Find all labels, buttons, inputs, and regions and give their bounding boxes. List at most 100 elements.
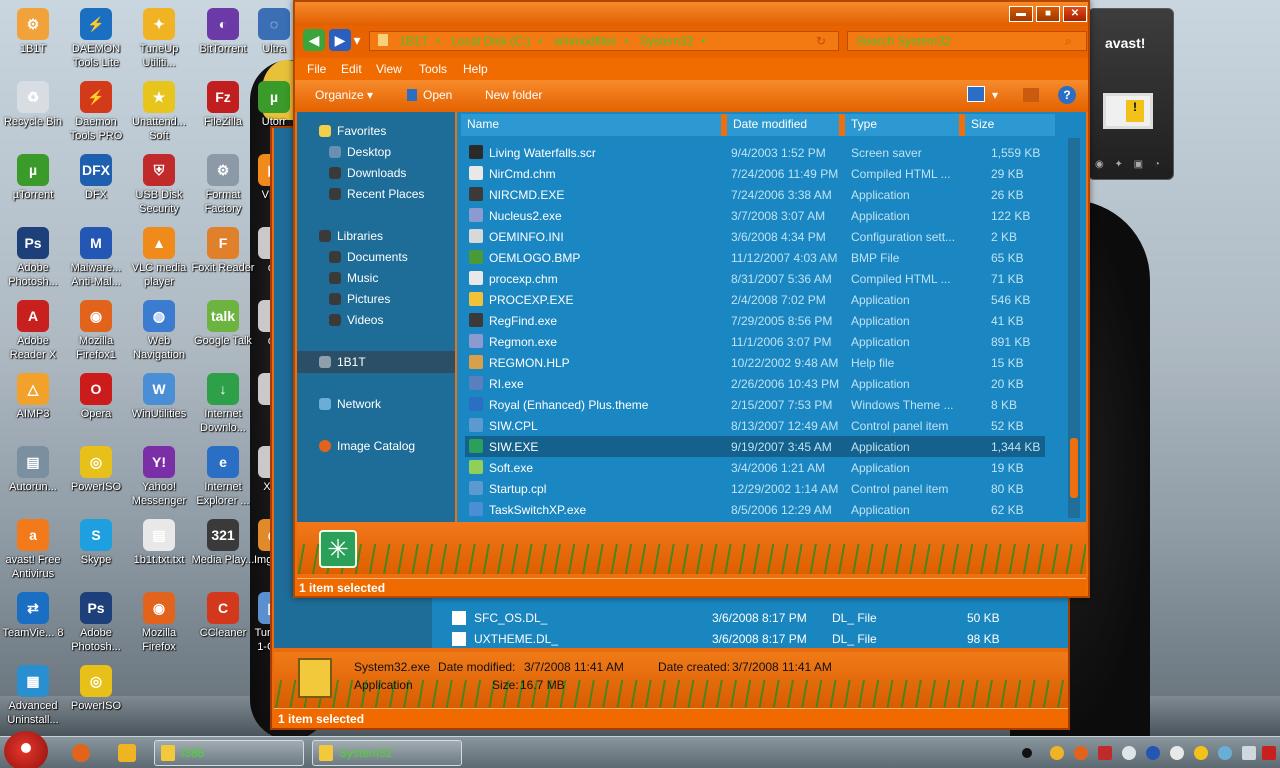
column-header-date[interactable]: Date modified — [727, 114, 845, 136]
refresh-icon[interactable]: ↻ — [816, 34, 826, 48]
desktop-icon[interactable]: Y! Yahoo! Messenger — [126, 446, 192, 508]
table-row[interactable]: OEMINFO.INI 3/6/2008 4:34 PM Configuration… — [465, 226, 1045, 247]
taskbar-item-system32[interactable]: System32 — [312, 740, 462, 766]
desktop-icon[interactable]: A Adobe Reader X — [0, 300, 66, 362]
table-row[interactable]: Living Waterfalls.scr 9/4/2003 1:52 PM Scr… — [465, 142, 1045, 163]
desktop-icon[interactable]: ⚙ Format Factory — [190, 154, 256, 216]
tuneup-icon[interactable] — [118, 744, 136, 762]
table-row[interactable]: Regmon.exe 11/1/2006 3:07 PM Application 89… — [465, 331, 1045, 352]
tray-firefox-icon[interactable] — [1074, 746, 1088, 760]
tray-dot-icon[interactable] — [1022, 748, 1032, 758]
desktop-icon[interactable]: talk Google Talk — [190, 300, 256, 348]
desktop-icon[interactable]: a avast! Free Antivirus — [0, 519, 66, 581]
menu-tools[interactable]: Tools — [419, 62, 447, 76]
desktop-icon[interactable]: F Foxit Reader — [190, 227, 256, 275]
tray-smiley-icon[interactable] — [1170, 746, 1184, 760]
desktop-icon[interactable]: ⇄ TeamVie... 8 — [0, 592, 66, 640]
desktop-icon[interactable]: ◉ Mozilla Firefox — [126, 592, 192, 654]
table-row[interactable]: SIW.CPL 8/13/2007 12:49 AM Control panel i… — [465, 415, 1045, 436]
desktop-icon[interactable]: ▲ VLC media player — [126, 227, 192, 289]
column-header-name[interactable]: Name — [461, 114, 727, 136]
tray-close-icon[interactable] — [1262, 746, 1276, 760]
table-row[interactable]: Startup.cpl 12/29/2002 1:14 AM Control pan… — [465, 478, 1045, 499]
taskbar-item-i386[interactable]: I386 — [154, 740, 304, 766]
nav-libraries[interactable]: Libraries — [319, 229, 383, 243]
desktop-icon[interactable]: e Internet Explorer ... — [190, 446, 256, 508]
desktop-icon[interactable]: ♻ Recycle Bin — [0, 81, 66, 129]
desktop-icon[interactable]: Fz FileZilla — [190, 81, 256, 129]
tray-chat-icon[interactable] — [1122, 746, 1136, 760]
breadcrumb-folder[interactable]: winmodfiles — [554, 34, 617, 48]
desktop-icon[interactable]: ▦ Advanced Uninstall... — [0, 665, 66, 727]
desktop-icon[interactable]: ⚡ Daemon Tools PRO — [63, 81, 129, 143]
desktop-icon[interactable]: Ps Adobe Photosh... — [63, 592, 129, 654]
desktop-icon[interactable]: ▤ Autorun... — [0, 446, 66, 494]
table-row[interactable]: RegFind.exe 7/29/2005 8:56 PM Application 4… — [465, 310, 1045, 331]
preview-pane-icon[interactable] — [1023, 88, 1039, 102]
view-icon[interactable] — [967, 86, 985, 102]
nav-network[interactable]: Network — [319, 397, 381, 411]
desktop-icon[interactable]: ◎ PowerISO — [63, 665, 129, 713]
breadcrumb-drive[interactable]: Local Disk (C:) — [452, 34, 531, 48]
view-dropdown-icon[interactable]: ▾ — [992, 88, 998, 102]
table-row[interactable]: UXTHEME.DL_ 3/6/2008 8:17 PM DL_ File 98… — [452, 629, 1052, 650]
desktop-icon[interactable]: ★ Unattend... Soft — [126, 81, 192, 143]
desktop-icon[interactable]: M Malware... Anti-Mal... — [63, 227, 129, 289]
nav-favorites[interactable]: Favorites — [319, 124, 386, 138]
tray-network-icon[interactable] — [1218, 746, 1232, 760]
menu-file[interactable]: File — [307, 62, 326, 76]
nav-music[interactable]: Music — [329, 271, 378, 285]
desktop-icon[interactable]: ⚡ DAEMON Tools Lite — [63, 8, 129, 70]
nav-pictures[interactable]: Pictures — [329, 292, 390, 306]
nav-computer[interactable]: 1B1T — [319, 355, 366, 369]
table-row[interactable]: PROCEXP.EXE 2/4/2008 7:02 PM Application 54… — [465, 289, 1045, 310]
vertical-scrollbar[interactable] — [1068, 138, 1080, 518]
desktop-icon[interactable]: ↓ Internet Downlo... — [190, 373, 256, 435]
recent-pages-button[interactable]: ▾ — [351, 29, 363, 51]
nav-documents[interactable]: Documents — [329, 250, 408, 264]
table-row[interactable]: Royal (Enhanced) Plus.theme 2/15/2007 7:5… — [465, 394, 1045, 415]
desktop-icon[interactable]: C CCleaner — [190, 592, 256, 640]
menu-help[interactable]: Help — [463, 62, 488, 76]
forward-button[interactable]: ▶ — [329, 29, 351, 51]
address-breadcrumb[interactable]: 1B1T • Local Disk (C:) • winmodfiles • Syst… — [369, 31, 839, 51]
help-button[interactable]: ? — [1058, 86, 1076, 104]
desktop-icon[interactable]: DFX DFX — [63, 154, 129, 202]
desktop-icon[interactable]: S Skype — [63, 519, 129, 567]
column-header-size[interactable]: Size — [965, 114, 1055, 136]
title-bar[interactable]: ▬ ■ ✕ — [295, 2, 1088, 26]
back-button[interactable]: ◀ — [303, 29, 325, 51]
desktop-icon[interactable]: ◐ BitTorrent — [190, 8, 256, 56]
table-row[interactable]: OEMLOGO.BMP 11/12/2007 4:03 AM BMP File 65 … — [465, 247, 1045, 268]
firefox-icon[interactable] — [72, 744, 90, 762]
tray-volume-icon[interactable] — [1242, 746, 1256, 760]
nav-recent-places[interactable]: Recent Places — [329, 187, 424, 201]
table-row[interactable]: RI.exe 2/26/2006 10:43 PM Application 20 KB — [465, 373, 1045, 394]
table-row[interactable]: SIW.EXE 9/19/2007 3:45 AM Application 1,344… — [465, 436, 1045, 457]
breadcrumb-current[interactable]: System32 — [640, 34, 693, 48]
table-row[interactable]: Nucleus2.exe 3/7/2008 3:07 AM Application 1… — [465, 205, 1045, 226]
desktop-icon[interactable]: ◎ PowerISO — [63, 446, 129, 494]
table-row[interactable]: REGMON.HLP 10/22/2002 9:48 AM Help file 15 … — [465, 352, 1045, 373]
tray-warning-icon[interactable] — [1194, 746, 1208, 760]
nav-image-catalog[interactable]: Image Catalog — [319, 439, 415, 453]
search-input[interactable]: Search System32 — [847, 31, 1087, 51]
nav-desktop[interactable]: Desktop — [329, 145, 391, 159]
table-row[interactable]: NirCmd.chm 7/24/2006 11:49 PM Compiled HTM… — [465, 163, 1045, 184]
desktop-icon[interactable]: ⚙ 1B1T — [0, 8, 66, 56]
explorer-window[interactable]: ▬ ■ ✕ ◀ ▶ ▾ 1B1T • Local Disk (C:) • winmo… — [293, 0, 1090, 598]
desktop-icon[interactable]: Ps Adobe Photosh... — [0, 227, 66, 289]
desktop-icon[interactable]: ⛨ USB Disk Security — [126, 154, 192, 216]
search-icon[interactable]: ⌕ — [1065, 34, 1072, 49]
start-button[interactable] — [4, 731, 48, 768]
tray-shield-icon[interactable] — [1098, 746, 1112, 760]
new-folder-button[interactable]: New folder — [485, 88, 542, 102]
nav-downloads[interactable]: Downloads — [329, 166, 406, 180]
table-row[interactable]: TaskSwitchXP.exe 8/5/2006 12:29 AM Applica… — [465, 499, 1045, 520]
tray-tuneup-icon[interactable] — [1050, 746, 1064, 760]
breadcrumb-computer[interactable]: 1B1T — [399, 34, 428, 48]
desktop-icon[interactable]: ◌ Ultra — [254, 8, 294, 56]
minimize-button[interactable]: ▬ — [1009, 6, 1033, 22]
desktop-icon[interactable]: µ µTorrent — [0, 154, 66, 202]
menu-view[interactable]: View — [376, 62, 402, 76]
